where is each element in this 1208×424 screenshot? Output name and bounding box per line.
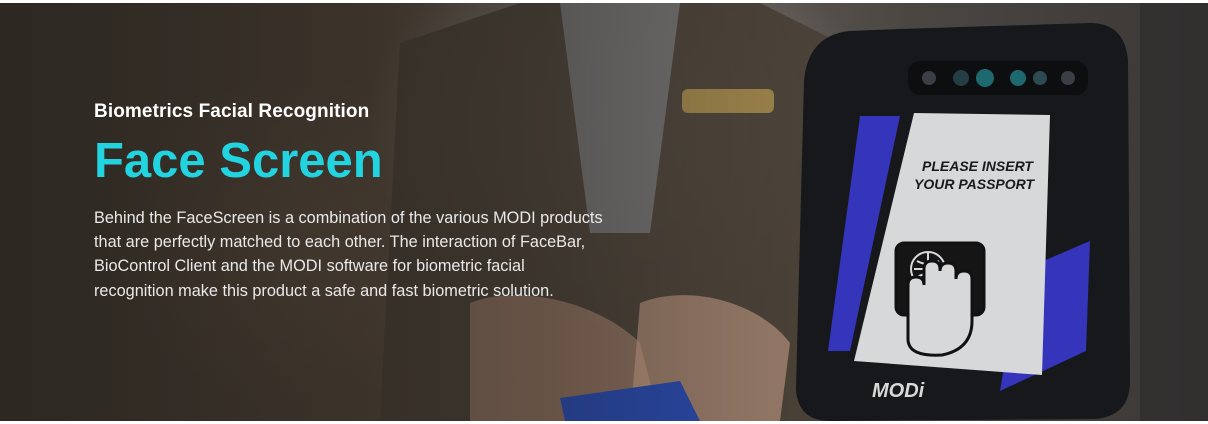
device-screen-line-1: PLEASE INSERT	[922, 158, 1034, 174]
hero-content: Biometrics Facial Recognition Face Scree…	[94, 101, 614, 303]
device-screen-line-2: YOUR PASSPORT	[914, 176, 1036, 192]
hero-banner: Biometrics Facial Recognition Face Scree…	[0, 3, 1208, 421]
facescreen-device: PLEASE INSERT YOUR PASSPORT MODi	[796, 23, 1130, 421]
device-brand-logo: MODi	[872, 380, 925, 402]
hero-eyebrow: Biometrics Facial Recognition	[94, 101, 370, 122]
hero-title: Face Screen	[94, 134, 383, 188]
hero-description: Behind the FaceScreen is a combination o…	[94, 209, 603, 300]
